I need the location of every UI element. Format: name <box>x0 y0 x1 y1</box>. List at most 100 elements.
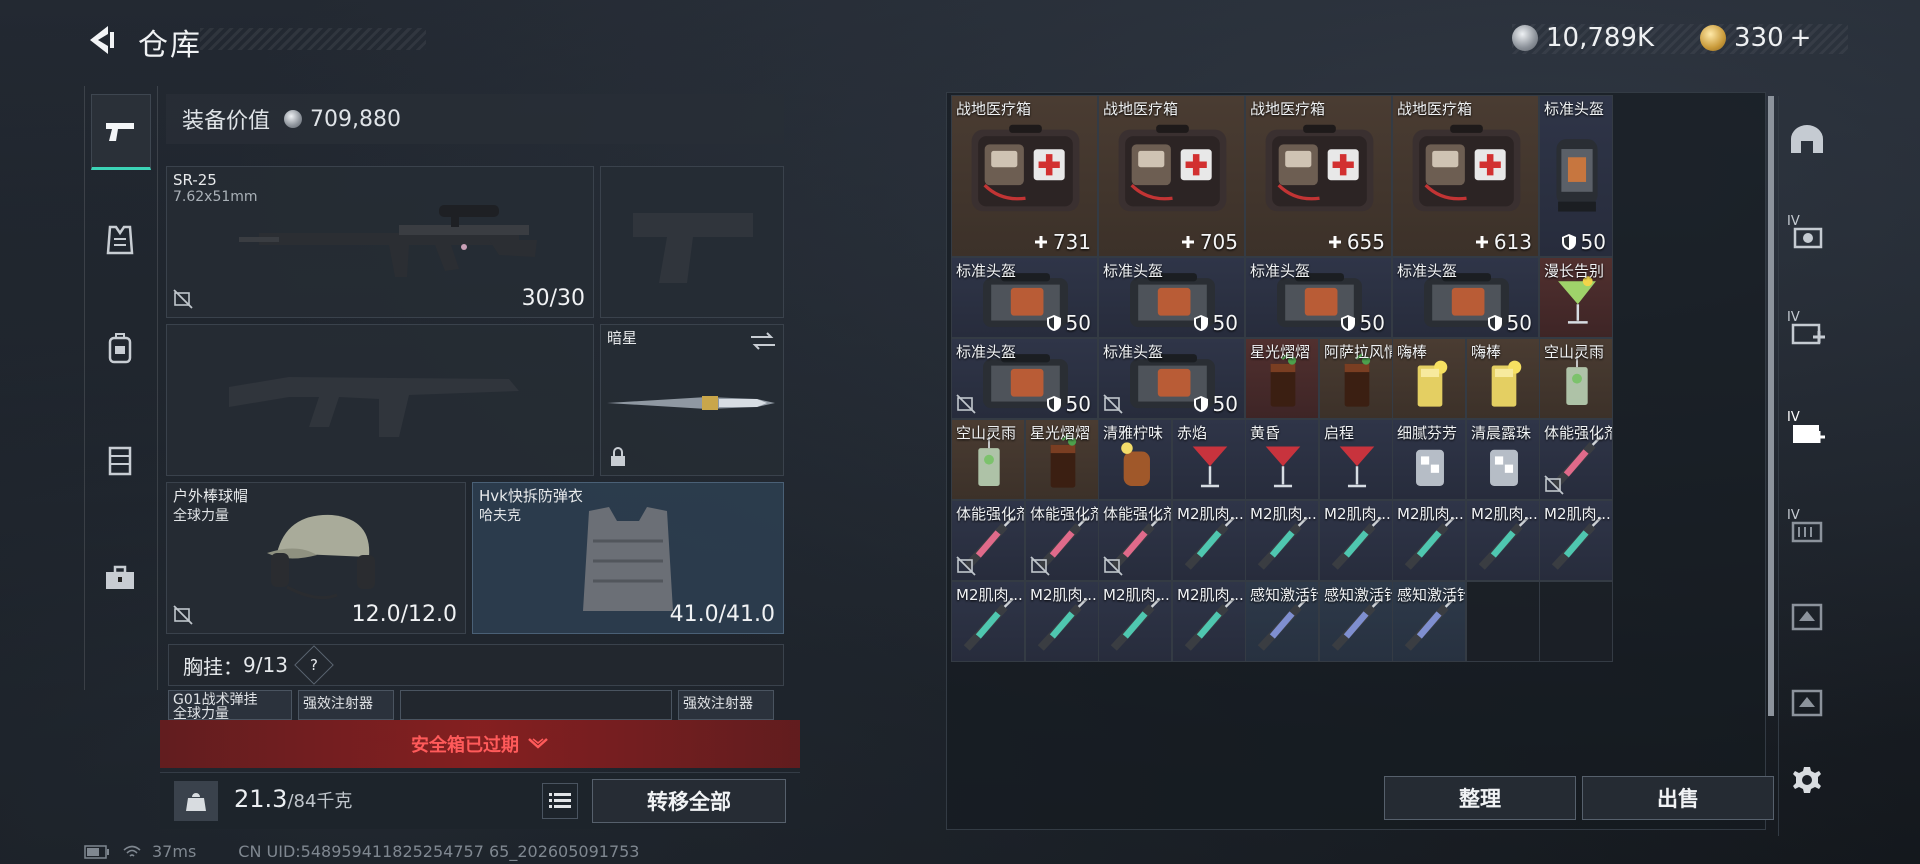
pistol-slot[interactable] <box>600 166 784 318</box>
transfer-all-button[interactable]: 转移全部 <box>592 779 786 823</box>
storage-item[interactable]: 漫长告别 <box>1539 257 1613 338</box>
nav-armor[interactable] <box>91 204 149 276</box>
nav-toolbox[interactable] <box>91 542 149 614</box>
nav-weapons[interactable] <box>91 94 151 170</box>
sell-button[interactable]: 出售 <box>1582 776 1774 820</box>
storage-item[interactable]: 阿萨拉风情 <box>1319 338 1393 419</box>
settings-button[interactable] <box>1785 758 1829 802</box>
carry-weight: 21.3/84千克 <box>234 785 352 813</box>
storage-item[interactable]: 标准头盔 50 <box>1098 257 1245 338</box>
storage-item[interactable]: M2肌肉... <box>1319 500 1393 581</box>
storage-item[interactable]: M2肌肉... <box>1539 500 1613 581</box>
storage-item[interactable]: 清晨露珠 <box>1466 419 1540 500</box>
sort-button[interactable]: 整理 <box>1384 776 1576 820</box>
storage-item[interactable]: 启程 <box>1319 419 1393 500</box>
add-gold-button[interactable]: + <box>1790 23 1812 53</box>
rail-medkit-plus-filter[interactable]: IV <box>1785 410 1829 454</box>
item-name: 标准头盔 <box>1544 100 1605 118</box>
nav-chest-rig[interactable] <box>91 424 149 496</box>
storage-item[interactable]: 标准头盔 50 <box>1392 257 1539 338</box>
chest-item-3[interactable]: 强效注射器 <box>678 690 774 720</box>
storage-item[interactable]: M2肌肉... <box>1245 500 1319 581</box>
storage-empty-cell[interactable] <box>1466 581 1540 662</box>
storage-item[interactable]: 标准头盔 50 <box>951 338 1098 419</box>
storage-item[interactable]: 战地医疗箱 705 <box>1098 95 1245 257</box>
armor-durability: 41.0/41.0 <box>669 602 775 627</box>
storage-item[interactable]: 标准头盔 50 <box>951 257 1098 338</box>
item-name: M2肌肉... <box>1471 505 1538 523</box>
secondary-weapon-slot[interactable] <box>166 324 594 476</box>
storage-item[interactable]: 标准头盔 50 <box>1539 95 1613 257</box>
storage-item[interactable]: 感知激活针 <box>1245 581 1319 662</box>
storage-item[interactable]: M2肌肉... <box>1392 500 1466 581</box>
rail-helmet-filter[interactable] <box>1785 118 1829 162</box>
nav-backpack[interactable] <box>91 312 149 384</box>
chest-item-label: 强效注射器 <box>303 696 373 712</box>
storage-item[interactable]: M2肌肉... <box>1172 500 1246 581</box>
settings-icon <box>1793 767 1821 793</box>
storage-item[interactable]: 赤焰 <box>1172 419 1246 500</box>
list-view-button[interactable] <box>542 783 578 819</box>
chest-item-2[interactable]: 强效注射器 <box>298 690 394 720</box>
storage-item[interactable]: 黄昏 <box>1245 419 1319 500</box>
primary-weapon-slot[interactable]: SR-25 7.62x51mm 30/30 <box>166 166 594 318</box>
equipment-value-bar: 装备价值 709,880 <box>166 94 784 144</box>
swap-icon[interactable] <box>749 331 777 351</box>
weapon-name: SR-25 <box>173 171 217 189</box>
storage-item[interactable]: 星光熠熠 <box>1245 338 1319 419</box>
storage-item[interactable]: M2肌肉... <box>951 581 1025 662</box>
item-name: 体能强化剂 <box>1544 424 1613 442</box>
storage-item[interactable]: 星光熠熠 <box>1025 419 1099 500</box>
storage-item[interactable]: M2肌肉... <box>1098 581 1172 662</box>
chest-rig-bar[interactable]: 胸挂： 9/13 ? <box>168 644 784 686</box>
item-count-value: 613 <box>1493 230 1532 254</box>
rail-key-filter[interactable] <box>1785 594 1829 638</box>
storage-item[interactable]: 标准头盔 50 <box>1245 257 1392 338</box>
item-name: 星光熠熠 <box>1250 343 1311 361</box>
storage-item[interactable]: 体能强化剂 <box>1025 500 1099 581</box>
storage-empty-cell[interactable] <box>1539 581 1613 662</box>
armor-name: Hvk快拆防弹衣 <box>479 487 583 505</box>
storage-item[interactable]: 体能强化剂 <box>1539 419 1613 500</box>
storage-item[interactable]: 空山灵雨 <box>1539 338 1613 419</box>
rail-ammo-filter[interactable]: IV <box>1785 214 1829 258</box>
storage-item[interactable]: 战地医疗箱 613 <box>1392 95 1539 257</box>
help-icon[interactable]: ? <box>294 645 334 685</box>
melee-slot[interactable]: 暗星 <box>600 324 784 476</box>
no-insurance-icon <box>956 394 976 414</box>
storage-item[interactable]: 战地医疗箱 731 <box>951 95 1098 257</box>
back-icon[interactable] <box>84 22 120 58</box>
equipment-value: 709,880 <box>310 106 401 132</box>
tier-label: IV <box>1787 214 1800 229</box>
storage-item[interactable]: 细腻芬芳 <box>1392 419 1466 500</box>
armor-slot[interactable]: Hvk快拆防弹衣 哈夫克 41.0/41.0 <box>472 482 784 634</box>
gold-currency[interactable]: 330 + <box>1700 20 1811 56</box>
chest-item-empty[interactable] <box>400 690 672 720</box>
helmet-slot[interactable]: 户外棒球帽 全球力量 12.0/12.0 <box>166 482 466 634</box>
armor-vest-icon <box>106 225 134 255</box>
chest-item-1[interactable]: G01战术弹挂 全球力量 <box>168 690 292 720</box>
storage-item[interactable]: 体能强化剂 <box>1098 500 1172 581</box>
rail-key2-filter[interactable] <box>1785 680 1829 724</box>
item-count-value: 655 <box>1346 230 1385 254</box>
item-count: 613 <box>1474 230 1532 254</box>
storage-item[interactable]: 标准头盔 50 <box>1098 338 1245 419</box>
storage-item[interactable]: M2肌肉... <box>1172 581 1246 662</box>
storage-item[interactable]: 战地医疗箱 655 <box>1245 95 1392 257</box>
rail-medkit-filter[interactable]: IV <box>1785 310 1829 354</box>
storage-item[interactable]: M2肌肉... <box>1466 500 1540 581</box>
storage-item[interactable]: 空山灵雨 <box>951 419 1025 500</box>
storage-item[interactable]: 嗨棒 <box>1466 338 1540 419</box>
storage-panel: 战地医疗箱 731 战地医疗箱 705 战地医疗箱 655 战地医疗箱 613 标准头盔 50 标准… <box>946 92 1766 830</box>
rail-container-filter[interactable]: IV <box>1785 508 1829 552</box>
item-count: 50 <box>1046 392 1091 416</box>
storage-item[interactable]: 嗨棒 <box>1392 338 1466 419</box>
safe-box-expired-banner[interactable]: 安全箱已过期 <box>160 720 800 768</box>
storage-item[interactable]: 清雅柠味 <box>1098 419 1172 500</box>
storage-item[interactable]: 体能强化剂 <box>951 500 1025 581</box>
storage-item[interactable]: 感知激活针 <box>1319 581 1393 662</box>
storage-item[interactable]: M2肌肉... <box>1025 581 1099 662</box>
storage-scrollbar[interactable] <box>1768 96 1774 716</box>
no-insurance-icon <box>173 605 193 625</box>
storage-item[interactable]: 感知激活针 <box>1392 581 1466 662</box>
